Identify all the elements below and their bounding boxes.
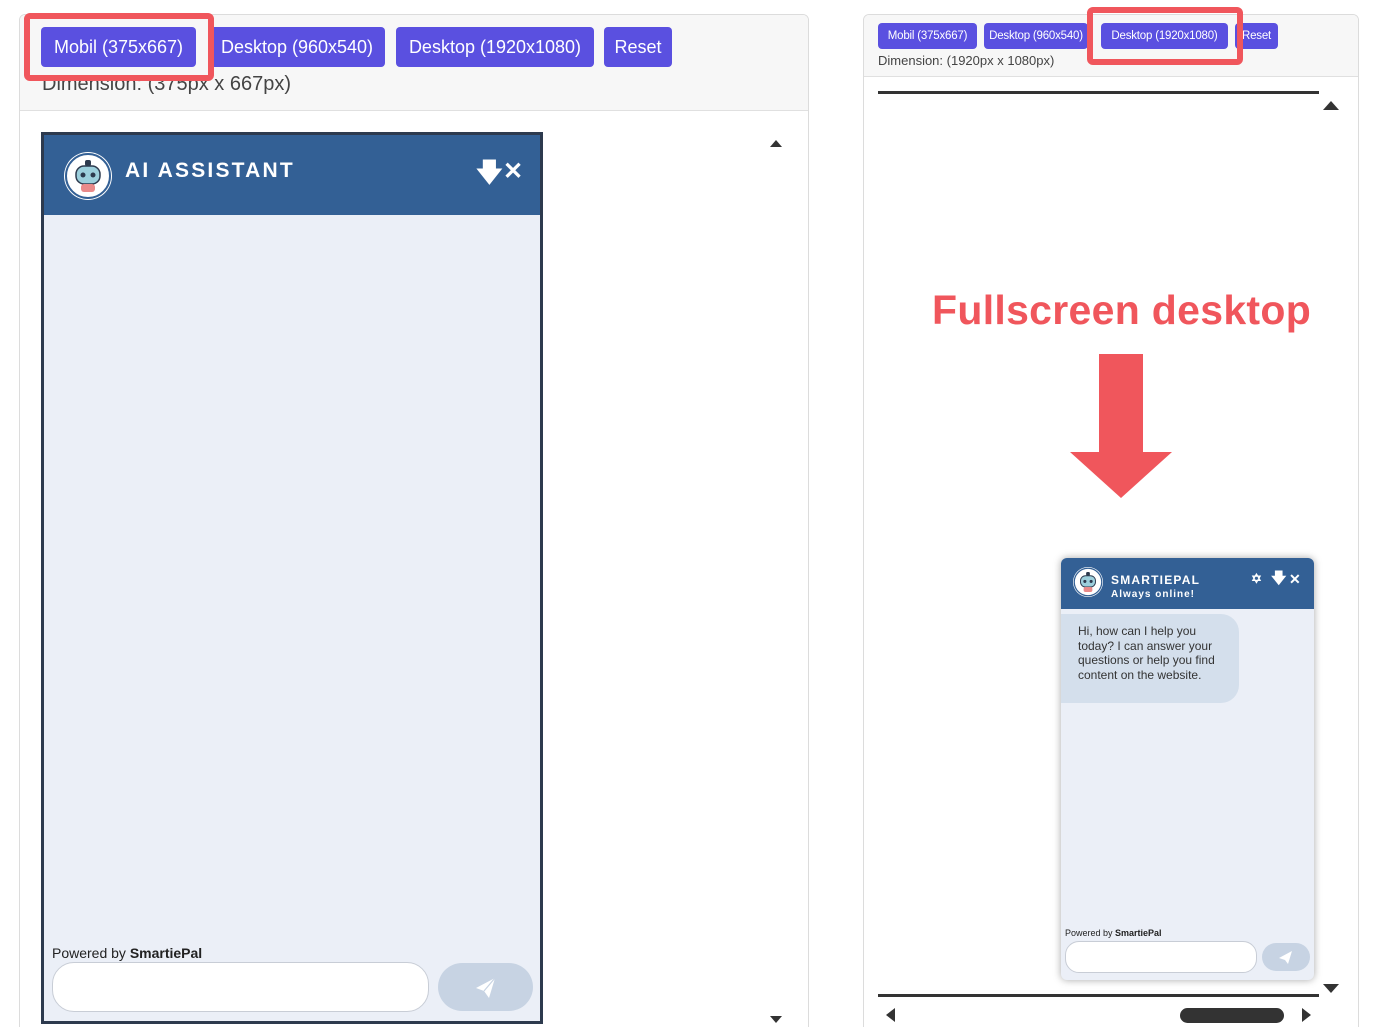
scroll-up-arrow[interactable]: [770, 140, 782, 147]
annotation-text: Fullscreen desktop: [932, 287, 1312, 333]
maximize-icon[interactable]: ✡: [1251, 572, 1262, 585]
powered-by: Powered by SmartiePal: [1065, 928, 1162, 938]
mobile-size-button[interactable]: Mobil (375x667): [41, 27, 196, 67]
powered-by-prefix: Powered by: [1065, 928, 1116, 938]
scroll-down-arrow[interactable]: [1323, 984, 1339, 993]
chat-widget-desktop: SMARTIEPAL Always online! ✡ 🡇 ✕ Hi, how …: [1061, 558, 1314, 980]
desktop-960-button[interactable]: Desktop (960x540): [984, 23, 1088, 49]
download-icon[interactable]: 🡇: [1271, 571, 1286, 586]
powered-by-brand[interactable]: SmartiePal: [130, 945, 202, 961]
chat-title: AI ASSISTANT: [125, 159, 295, 182]
reset-button[interactable]: Reset: [1235, 23, 1278, 49]
top-border-line: [878, 91, 1319, 94]
scroll-left-arrow[interactable]: [886, 1008, 895, 1022]
powered-by: Powered by SmartiePal: [52, 945, 202, 961]
powered-by-brand[interactable]: SmartiePal: [1115, 928, 1162, 938]
desktop-960-button[interactable]: Desktop (960x540): [209, 27, 385, 67]
mobile-size-button[interactable]: Mobil (375x667): [878, 23, 977, 49]
robot-avatar-icon: [1073, 567, 1103, 597]
preview-toolbar: Mobil (375x667) Desktop (960x540) Deskto…: [20, 15, 808, 111]
chat-title: SMARTIEPAL: [1111, 573, 1201, 587]
dimension-label: Dimension: (1920px x 1080px): [878, 53, 1055, 68]
close-icon[interactable]: ✕: [1289, 572, 1301, 586]
chat-message-input[interactable]: [52, 962, 429, 1012]
greeting-message: Hi, how can I help you today? I can answ…: [1061, 614, 1239, 703]
horizontal-scrollbar-thumb[interactable]: [1180, 1008, 1284, 1023]
preview-toolbar: Mobil (375x667) Desktop (960x540) Deskto…: [864, 15, 1358, 77]
powered-by-prefix: Powered by: [52, 945, 130, 961]
scroll-down-arrow[interactable]: [770, 1016, 782, 1023]
download-icon[interactable]: 🡇: [476, 159, 503, 185]
send-button[interactable]: [1262, 943, 1310, 971]
bottom-border-line: [878, 994, 1319, 997]
chat-header: SMARTIEPAL Always online! ✡ 🡇 ✕: [1061, 558, 1314, 609]
robot-avatar-icon: [64, 152, 112, 200]
send-icon: [1279, 951, 1292, 964]
send-button[interactable]: [438, 963, 533, 1011]
send-icon: [476, 977, 496, 998]
desktop-preview-panel: Mobil (375x667) Desktop (960x540) Deskto…: [863, 14, 1359, 1027]
scroll-right-arrow[interactable]: [1302, 1008, 1311, 1022]
scroll-up-arrow[interactable]: [1323, 101, 1339, 110]
chat-status: Always online!: [1111, 589, 1196, 600]
desktop-1920-button[interactable]: Desktop (1920x1080): [396, 27, 594, 67]
dimension-label: Dimension: (375px x 667px): [42, 73, 292, 95]
chat-widget-mobile: AI ASSISTANT 🡇 ✕ Powered by SmartiePal: [41, 132, 543, 1024]
arrow-down-annotation-icon: [1070, 354, 1172, 498]
chat-message-input[interactable]: [1065, 941, 1257, 973]
chat-header: AI ASSISTANT 🡇 ✕: [44, 135, 540, 215]
close-icon[interactable]: ✕: [503, 160, 523, 184]
mobile-preview-panel: Mobil (375x667) Desktop (960x540) Deskto…: [19, 14, 809, 1027]
reset-button[interactable]: Reset: [604, 27, 672, 67]
desktop-1920-button[interactable]: Desktop (1920x1080): [1101, 23, 1228, 49]
